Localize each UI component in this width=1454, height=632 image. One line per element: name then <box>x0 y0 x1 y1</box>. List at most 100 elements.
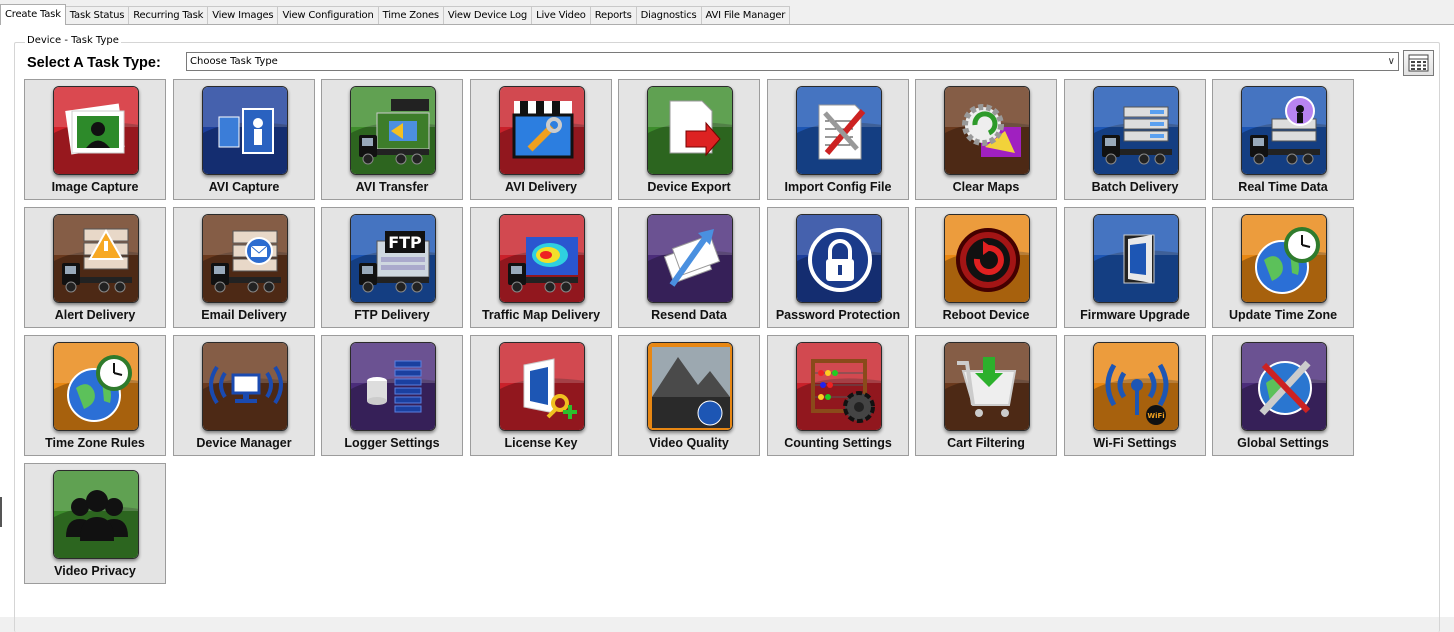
grid-view-icon <box>1408 54 1429 72</box>
resend-icon <box>647 214 733 303</box>
task-tile-label: Batch Delivery <box>1091 180 1179 194</box>
truck-transfer-icon <box>350 86 436 175</box>
truck-broadcast-icon <box>1241 86 1327 175</box>
tab-task-status[interactable]: Task Status <box>64 6 130 24</box>
globe-tools-icon <box>1241 342 1327 431</box>
task-tile-label: Clear Maps <box>952 180 1020 194</box>
task-tile-label: Alert Delivery <box>54 308 136 322</box>
clapperboard-wrench-icon <box>499 86 585 175</box>
task-tile-label: Resend Data <box>651 308 727 322</box>
people-icon <box>53 470 139 559</box>
task-tile-avi-capture[interactable]: AVI Capture <box>173 79 315 200</box>
task-tile-image-capture[interactable]: Image Capture <box>24 79 166 200</box>
task-tile-label: Video Privacy <box>54 564 136 578</box>
task-tile-reboot-device[interactable]: Reboot Device <box>915 207 1057 328</box>
task-tile-wi-fi-settings[interactable]: WiFi Wi-Fi Settings <box>1064 335 1206 456</box>
task-tile-clear-maps[interactable]: Clear Maps <box>915 79 1057 200</box>
task-type-select[interactable]: Choose Task Type ∨ <box>186 52 1399 71</box>
task-tile-label: Global Settings <box>1237 436 1329 450</box>
task-tile-label: Real Time Data <box>1238 180 1328 194</box>
task-tile-avi-transfer[interactable]: AVI Transfer <box>321 79 463 200</box>
cart-icon <box>944 342 1030 431</box>
task-tile-label: Device Manager <box>196 436 292 450</box>
firmware-icon <box>1093 214 1179 303</box>
config-tools-icon <box>796 86 882 175</box>
grid-view-button[interactable] <box>1403 50 1434 76</box>
task-tile-password-protection[interactable]: Password Protection <box>767 207 909 328</box>
tab-strip: Create Task Task Status Recurring Task View… <box>0 4 791 25</box>
task-tile-label: Video Quality <box>649 436 729 450</box>
video-capture-icon <box>202 86 288 175</box>
task-tile-label: AVI Transfer <box>355 180 429 194</box>
task-tile-resend-data[interactable]: Resend Data <box>618 207 760 328</box>
task-tile-ftp-delivery[interactable]: FTP FTP Delivery <box>321 207 463 328</box>
task-type-select-value: Choose Task Type <box>190 56 278 67</box>
tab-reports[interactable]: Reports <box>589 6 637 24</box>
task-tile-device-export[interactable]: Device Export <box>618 79 760 200</box>
landscape-icon <box>647 342 733 431</box>
task-tile-time-zone-rules[interactable]: Time Zone Rules <box>24 335 166 456</box>
network-device-icon <box>202 342 288 431</box>
task-tile-avi-delivery[interactable]: AVI Delivery <box>470 79 612 200</box>
task-tile-label: Firmware Upgrade <box>1080 308 1190 322</box>
tab-view-images[interactable]: View Images <box>207 6 279 24</box>
chevron-down-icon: ∨ <box>1387 56 1395 67</box>
tab-view-configuration[interactable]: View Configuration <box>277 6 379 24</box>
tab-recurring-task[interactable]: Recurring Task <box>128 6 209 24</box>
truck-server-icon <box>1093 86 1179 175</box>
task-tile-traffic-map-delivery[interactable]: Traffic Map Delivery <box>470 207 612 328</box>
tab-create-task[interactable]: Create Task <box>0 4 66 25</box>
tab-view-device-log[interactable]: View Device Log <box>442 6 533 24</box>
task-tile-alert-delivery[interactable]: Alert Delivery <box>24 207 166 328</box>
task-tile-label: Logger Settings <box>344 436 440 450</box>
task-tile-label: Import Config File <box>784 180 892 194</box>
task-tile-video-quality[interactable]: Video Quality <box>618 335 760 456</box>
task-tile-video-privacy[interactable]: Video Privacy <box>24 463 166 584</box>
task-tile-firmware-upgrade[interactable]: Firmware Upgrade <box>1064 207 1206 328</box>
abacus-icon <box>796 342 882 431</box>
tab-live-video[interactable]: Live Video <box>531 6 591 24</box>
wifi-icon: WiFi <box>1093 342 1179 431</box>
tab-avi-file-manager[interactable]: AVI File Manager <box>700 6 791 24</box>
database-icon <box>350 342 436 431</box>
task-tile-label: License Key <box>504 436 578 450</box>
task-tile-label: FTP Delivery <box>354 308 430 322</box>
task-tile-batch-delivery[interactable]: Batch Delivery <box>1064 79 1206 200</box>
task-tile-label: Cart Filtering <box>947 436 1025 450</box>
task-tile-license-key[interactable]: License Key <box>470 335 612 456</box>
task-tile-label: Traffic Map Delivery <box>481 308 601 322</box>
truck-email-icon <box>202 214 288 303</box>
task-tile-label: Reboot Device <box>942 308 1030 322</box>
window-edge-marker <box>0 497 2 527</box>
task-tile-label: Password Protection <box>775 308 901 322</box>
task-tile-label: Time Zone Rules <box>45 436 145 450</box>
task-tile-device-manager[interactable]: Device Manager <box>173 335 315 456</box>
task-tile-email-delivery[interactable]: Email Delivery <box>173 207 315 328</box>
select-task-type-label: Select A Task Type: <box>27 55 161 71</box>
svg-text:FTP: FTP <box>388 233 422 252</box>
truck-heatmap-icon <box>499 214 585 303</box>
task-tile-label: Wi-Fi Settings <box>1093 436 1177 450</box>
task-tile-global-settings[interactable]: Global Settings <box>1212 335 1354 456</box>
task-tile-cart-filtering[interactable]: Cart Filtering <box>915 335 1057 456</box>
truck-alert-icon <box>53 214 139 303</box>
globe-clock-icon <box>53 342 139 431</box>
photo-icon <box>53 86 139 175</box>
svg-text:WiFi: WiFi <box>1147 412 1164 420</box>
task-tile-import-config-file[interactable]: Import Config File <box>767 79 909 200</box>
refresh-map-icon <box>944 86 1030 175</box>
task-tile-label: Counting Settings <box>784 436 892 450</box>
task-tile-label: AVI Delivery <box>504 180 578 194</box>
task-tile-label: Device Export <box>647 180 731 194</box>
tab-time-zones[interactable]: Time Zones <box>377 6 444 24</box>
tab-diagnostics[interactable]: Diagnostics <box>635 6 702 24</box>
task-tile-logger-settings[interactable]: Logger Settings <box>321 335 463 456</box>
task-tile-update-time-zone[interactable]: Update Time Zone <box>1212 207 1354 328</box>
task-tile-counting-settings[interactable]: Counting Settings <box>767 335 909 456</box>
padlock-icon <box>796 214 882 303</box>
task-tile-label: AVI Capture <box>208 180 280 194</box>
group-title: Device - Task Type <box>25 35 121 46</box>
create-task-tab-page: Device - Task Type Select A Task Type: C… <box>0 24 1454 632</box>
task-tile-real-time-data[interactable]: Real Time Data <box>1212 79 1354 200</box>
file-export-icon <box>647 86 733 175</box>
